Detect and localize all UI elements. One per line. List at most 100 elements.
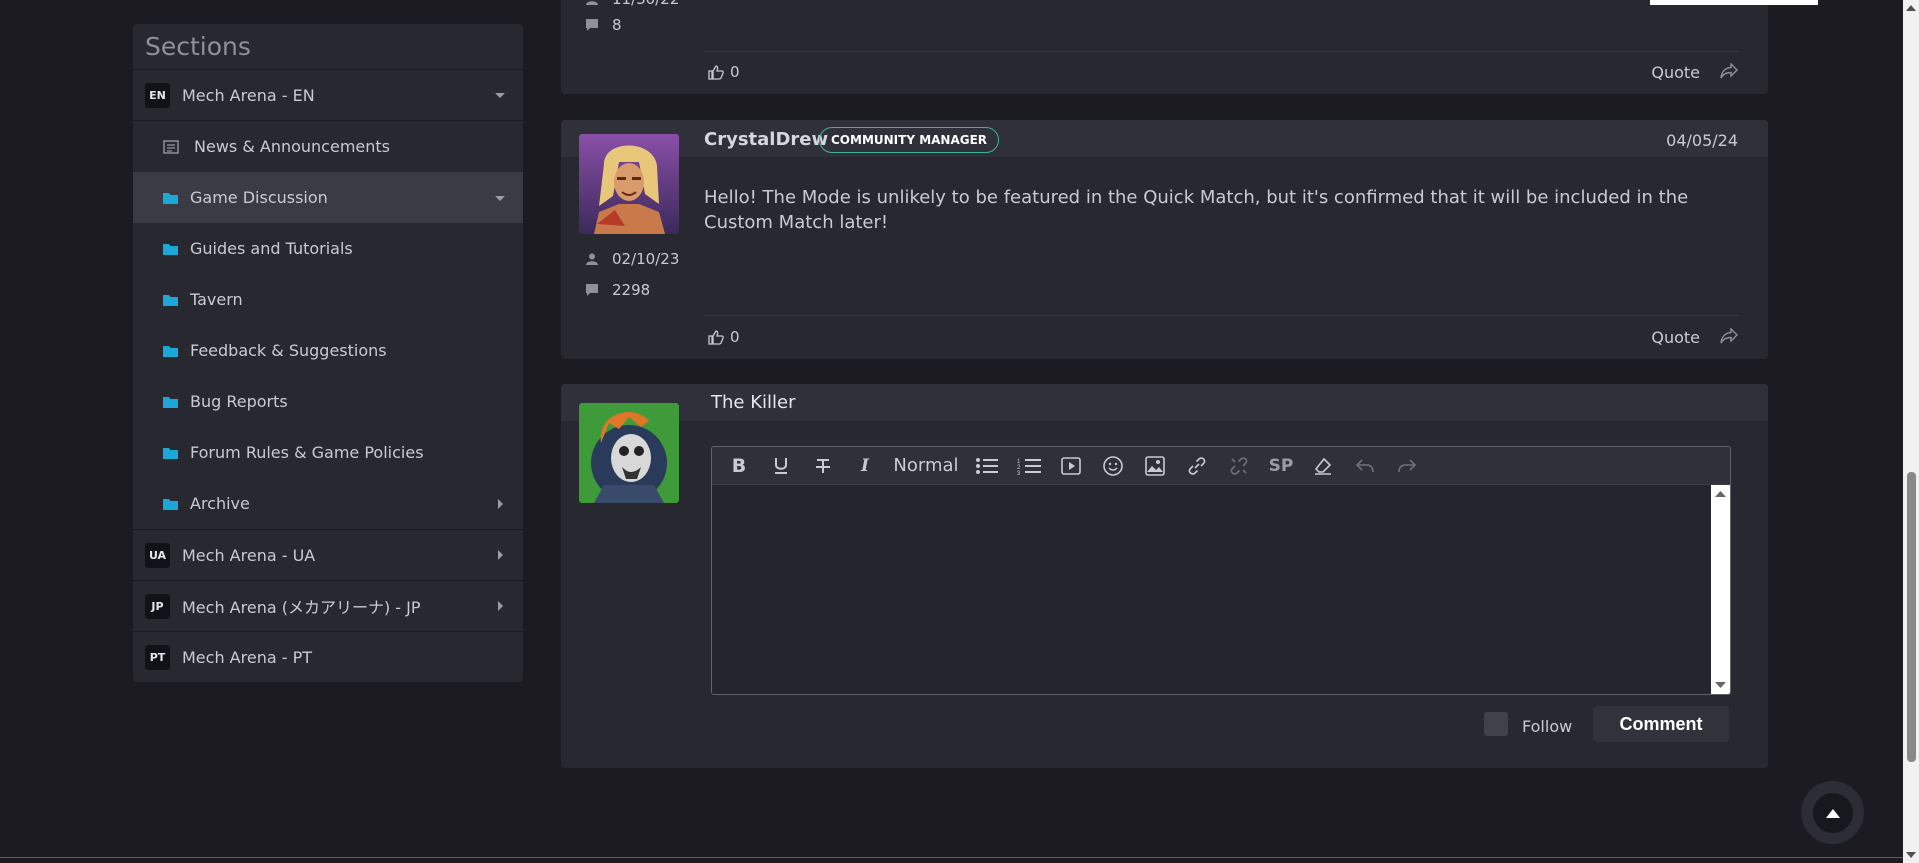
section-label: Game Discussion (190, 188, 328, 207)
svg-text:3: 3 (1017, 471, 1021, 475)
section-label: News & Announcements (194, 137, 390, 156)
folder-icon (163, 447, 178, 459)
user-icon (586, 1, 598, 5)
section-archive[interactable]: Archive (133, 478, 523, 530)
section-label: Guides and Tutorials (190, 239, 353, 258)
image-icon (1145, 455, 1165, 476)
scroll-down-icon[interactable] (1711, 678, 1730, 692)
bullet-list-icon (976, 457, 998, 474)
follow-checkbox[interactable] (1484, 712, 1508, 736)
section-forum-rules[interactable]: Forum Rules & Game Policies (133, 427, 523, 478)
back-to-top-button[interactable] (1801, 781, 1864, 844)
chevron-down-icon[interactable] (493, 88, 507, 102)
editor-scrollbar[interactable] (1711, 485, 1730, 694)
italic-button[interactable]: I (844, 451, 886, 481)
folder-icon (163, 345, 178, 357)
scroll-up-icon[interactable] (1903, 2, 1919, 14)
comment-button[interactable]: Comment (1593, 706, 1729, 742)
post-divider (704, 315, 1738, 316)
folder-icon (163, 192, 178, 204)
site-item-en[interactable]: EN Mech Arena - EN (133, 70, 523, 121)
post-divider (704, 51, 1738, 52)
clear-format-button[interactable] (1302, 451, 1344, 481)
site-item-label: Mech Arena - UA (182, 545, 316, 565)
scroll-down-icon[interactable] (1903, 849, 1919, 861)
section-bug-reports[interactable]: Bug Reports (133, 376, 523, 427)
thumbs-up-icon (708, 329, 724, 345)
author-name[interactable]: CrystalDrew (704, 129, 828, 150)
chevron-right-icon[interactable] (493, 497, 507, 511)
section-tavern[interactable]: Tavern (133, 274, 523, 325)
section-feedback[interactable]: Feedback & Suggestions (133, 325, 523, 376)
chevron-down-icon[interactable] (493, 191, 507, 205)
section-label: Feedback & Suggestions (190, 341, 387, 360)
ordered-list-button[interactable]: 123 (1008, 451, 1050, 481)
site-item-label: Mech Arena - PT (182, 647, 312, 667)
lang-badge-ua: UA (145, 542, 170, 568)
emoji-button[interactable] (1092, 451, 1134, 481)
underline-button[interactable] (760, 451, 802, 481)
avatar[interactable] (579, 403, 679, 503)
avatar-image (579, 403, 679, 503)
section-label: Archive (190, 494, 250, 513)
editor-toolbar: B I Normal 123 SP (712, 447, 1730, 485)
redo-button[interactable] (1386, 451, 1428, 481)
avatar-image (579, 134, 679, 234)
like-button[interactable]: 0 (708, 328, 740, 346)
comment-icon (586, 19, 598, 31)
header-select[interactable]: Normal (886, 455, 966, 476)
avatar[interactable] (579, 134, 679, 234)
chevron-right-icon[interactable] (493, 599, 507, 613)
site-item-pt[interactable]: PT Mech Arena - PT (133, 632, 523, 682)
unlink-button[interactable] (1218, 451, 1260, 481)
follow-label: Follow (1522, 717, 1573, 736)
strikethrough-icon (816, 458, 830, 473)
strikethrough-button[interactable] (802, 451, 844, 481)
share-icon[interactable] (1720, 328, 1738, 344)
section-news[interactable]: News & Announcements (133, 121, 523, 172)
lang-badge-en: EN (145, 82, 170, 108)
sidebar-title: Sections (133, 24, 523, 70)
spoiler-button[interactable]: SP (1260, 451, 1302, 481)
undo-icon (1356, 458, 1374, 472)
folder-icon (163, 498, 178, 510)
comment-textarea[interactable] (712, 485, 1710, 694)
quote-button[interactable]: Quote (1651, 63, 1700, 82)
section-label: Tavern (190, 290, 243, 309)
bullet-list-button[interactable] (966, 451, 1008, 481)
link-button[interactable] (1176, 451, 1218, 481)
post-count-text: 2298 (612, 281, 651, 299)
like-button[interactable]: 0 (708, 63, 740, 81)
post-body: Hello! The Mode is unlikely to be featur… (704, 187, 1689, 233)
comment-editor[interactable]: B I Normal 123 SP (711, 446, 1731, 695)
user-icon (586, 253, 598, 265)
bold-button[interactable]: B (718, 451, 760, 481)
sections-sidebar: Sections EN Mech Arena - EN News & Annou… (133, 24, 523, 682)
share-icon[interactable] (1720, 63, 1738, 79)
site-item-label: Mech Arena (メカアリーナ) - JP (182, 598, 421, 617)
page-scrollbar[interactable] (1903, 0, 1919, 863)
site-item-ua[interactable]: UA Mech Arena - UA (133, 530, 523, 581)
scroll-thumb[interactable] (1907, 472, 1916, 762)
quote-button[interactable]: Quote (1651, 328, 1700, 347)
unlink-icon (1230, 456, 1248, 475)
folder-icon (163, 243, 178, 255)
site-item-jp[interactable]: JP Mech Arena (メカアリーナ) - JP (133, 581, 523, 632)
video-button[interactable] (1050, 451, 1092, 481)
redo-icon (1398, 458, 1416, 472)
news-icon (163, 139, 179, 154)
author-post-count: 8 (586, 16, 622, 34)
scroll-up-icon[interactable] (1711, 487, 1730, 501)
eraser-icon (1314, 457, 1332, 475)
section-game-discussion[interactable]: Game Discussion (133, 172, 523, 223)
ordered-list-icon: 123 (1017, 458, 1041, 475)
lang-badge-jp: JP (145, 593, 170, 619)
undo-button[interactable] (1344, 451, 1386, 481)
section-label: Forum Rules & Game Policies (190, 443, 424, 462)
folder-icon (163, 396, 178, 408)
video-icon (1061, 456, 1081, 475)
section-guides[interactable]: Guides and Tutorials (133, 223, 523, 274)
chevron-right-icon[interactable] (493, 548, 507, 562)
image-button[interactable] (1134, 451, 1176, 481)
lang-badge-pt: PT (145, 644, 170, 670)
